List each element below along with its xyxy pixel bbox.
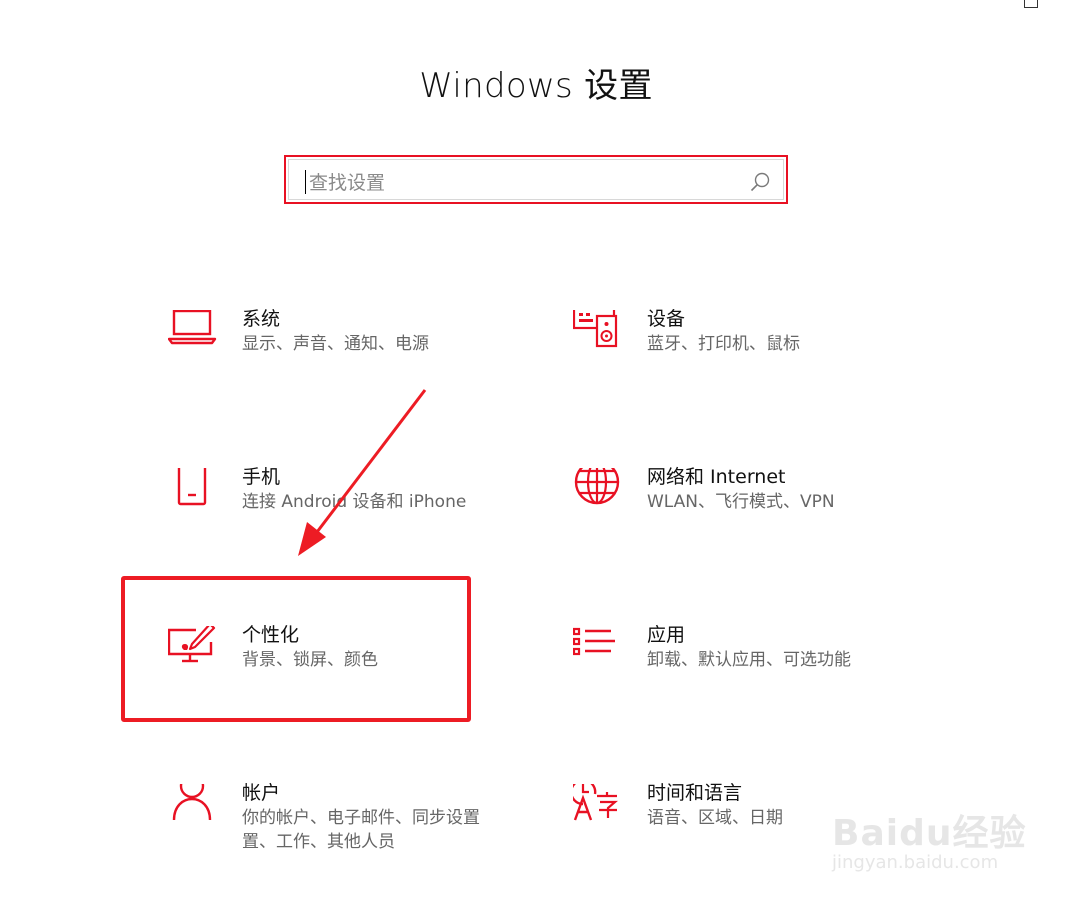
time-language-icon	[573, 784, 618, 821]
category-desc: 显示、声音、通知、电源	[242, 334, 429, 354]
annotation-highlight-box	[121, 576, 471, 722]
category-desc: 你的帐户、电子邮件、同步设置 置、工作、其他人员	[242, 808, 480, 852]
category-apps[interactable]: 应用 卸载、默认应用、可选功能	[573, 624, 933, 716]
search-box[interactable]	[284, 155, 788, 204]
baidu-watermark: Baidu经验 jingyan.baidu.com	[832, 790, 1032, 890]
watermark-url: jingyan.baidu.com	[832, 852, 999, 873]
devices-icon	[573, 310, 618, 348]
category-accounts[interactable]: 帐户 你的帐户、电子邮件、同步设置 置、工作、其他人员	[168, 782, 528, 874]
person-icon	[172, 784, 212, 821]
category-desc: 卸载、默认应用、可选功能	[647, 650, 851, 670]
category-network[interactable]: 网络和 Internet WLAN、飞行模式、VPN	[573, 466, 933, 558]
category-desc: 连接 Android 设备和 iPhone	[242, 492, 467, 512]
category-name: 网络和 Internet	[647, 466, 786, 488]
page-title: Windows 设置	[419, 66, 653, 106]
annotation-arrow	[298, 389, 427, 556]
category-name: 设备	[647, 308, 686, 330]
maximize-icon	[1024, 0, 1038, 8]
category-phone[interactable]: 手机 连接 Android 设备和 iPhone	[168, 466, 528, 558]
category-name: 帐户	[242, 782, 281, 804]
text-caret	[305, 170, 306, 194]
category-desc: 语音、区域、日期	[647, 808, 783, 828]
phone-icon	[177, 468, 207, 506]
maximize-button[interactable]	[1016, 0, 1044, 12]
category-name: 系统	[242, 308, 281, 330]
watermark-logo: Baidu经验	[832, 813, 1027, 854]
search-input[interactable]	[307, 167, 751, 199]
apps-list-icon	[573, 627, 615, 656]
search-icon[interactable]	[749, 171, 771, 193]
category-name: 时间和语言	[647, 782, 743, 804]
category-desc: 蓝牙、打印机、鼠标	[647, 334, 800, 354]
category-system[interactable]: 系统 显示、声音、通知、电源	[168, 308, 528, 400]
category-desc: WLAN、飞行模式、VPN	[647, 492, 835, 512]
category-name: 手机	[242, 466, 281, 488]
category-devices[interactable]: 设备 蓝牙、打印机、鼠标	[573, 308, 933, 400]
laptop-icon	[168, 310, 217, 345]
category-name: 应用	[647, 624, 686, 646]
globe-icon	[574, 468, 620, 505]
